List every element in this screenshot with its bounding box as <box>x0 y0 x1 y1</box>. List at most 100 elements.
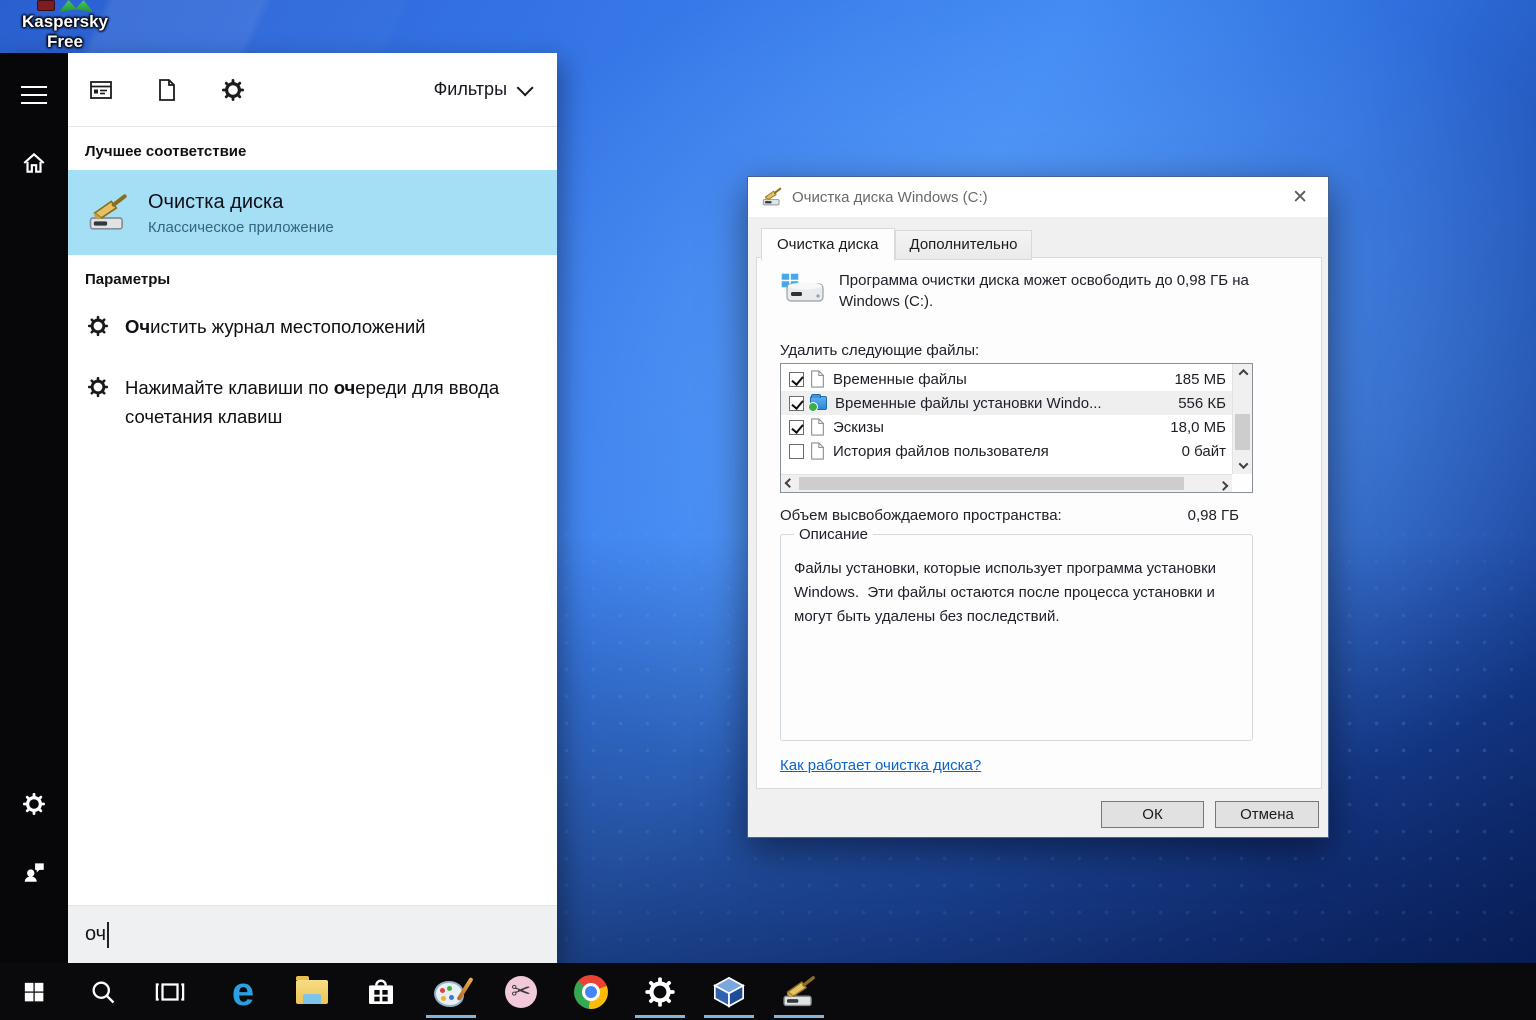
search-input[interactable]: оч <box>68 905 557 963</box>
shortcut-label-line2: Free <box>10 32 120 52</box>
tab-disk-cleanup[interactable]: Очистка диска <box>761 228 895 261</box>
scroll-down-button[interactable] <box>1233 457 1253 474</box>
kaspersky-logo-icon <box>59 0 93 12</box>
file-name: Эскизы <box>833 419 1162 436</box>
file-icon <box>810 418 825 436</box>
hamburger-menu-button[interactable] <box>0 71 68 119</box>
files-to-delete-label: Удалить следующие файлы: <box>780 342 979 359</box>
vertical-scrollbar[interactable] <box>1232 364 1252 474</box>
sidebar-feedback-button[interactable] <box>0 848 68 896</box>
cancel-button[interactable]: Отмена <box>1215 801 1319 828</box>
store-bag-icon <box>365 976 397 1008</box>
scroll-right-button[interactable] <box>1215 475 1232 493</box>
result-text: Очистить журнал местоположений <box>125 312 425 345</box>
sidebar-settings-button[interactable] <box>0 780 68 828</box>
tab-more-options[interactable]: Дополнительно <box>895 230 1033 260</box>
edge-button[interactable]: e <box>219 963 267 1020</box>
ok-button[interactable]: ОК <box>1101 801 1204 828</box>
vertical-scroll-thumb[interactable] <box>1235 414 1250 450</box>
file-name: Временные файлы установки Windo... <box>835 395 1170 412</box>
intro-block: Программа очистки диска может освободить… <box>779 270 1259 312</box>
kaspersky-red-badge-icon <box>37 0 55 11</box>
dialog-titlebar[interactable]: Очистка диска Windows (C:) ✕ <box>748 177 1328 217</box>
settings-button[interactable] <box>636 963 684 1020</box>
chevron-right-icon <box>1219 480 1229 490</box>
scroll-left-button[interactable] <box>781 475 798 493</box>
file-row-thumbnails[interactable]: Эскизы 18,0 МБ <box>781 415 1232 439</box>
snipping-tool-button[interactable]: ✂ <box>497 963 545 1020</box>
file-icon <box>810 370 825 388</box>
scroll-up-button[interactable] <box>1233 364 1253 381</box>
disk-cleanup-icon <box>782 975 816 1009</box>
sidebar-home-button[interactable] <box>0 139 68 187</box>
close-icon: ✕ <box>1292 187 1308 208</box>
best-match-result[interactable]: Очистка диска Классическое приложение <box>68 170 557 255</box>
virtualbox-cube-icon <box>712 975 746 1009</box>
filter-documents-button[interactable] <box>134 78 200 102</box>
gear-icon <box>87 315 109 337</box>
taskbar-search-button[interactable] <box>79 963 127 1020</box>
chevron-left-icon <box>785 478 795 488</box>
file-name: История файлов пользователя <box>833 443 1174 460</box>
result-clear-location-history[interactable]: Очистить журнал местоположений <box>68 298 557 359</box>
paint-button[interactable] <box>427 963 475 1020</box>
checkbox[interactable] <box>789 372 804 387</box>
description-legend: Описание <box>794 526 873 543</box>
filter-apps-button[interactable] <box>68 78 134 102</box>
file-size: 185 МБ <box>1174 371 1226 388</box>
store-button[interactable] <box>357 963 405 1020</box>
space-gained-value: 0,98 ГБ <box>1188 507 1239 524</box>
disk-cleanup-taskbar-button[interactable] <box>775 963 823 1020</box>
best-match-title: Очистка диска <box>148 189 334 215</box>
task-view-icon <box>155 977 185 1007</box>
virtualbox-button[interactable] <box>705 963 753 1020</box>
description-groupbox: Описание Файлы установки, которые исполь… <box>780 534 1253 741</box>
user-chat-icon <box>21 859 47 885</box>
file-row-user-history[interactable]: История файлов пользователя 0 байт <box>781 439 1232 463</box>
start-search-panel: Фильтры Лучшее соответствие Очистка диск… <box>0 53 557 963</box>
filters-dropdown[interactable]: Фильтры <box>434 79 529 100</box>
params-heading: Параметры <box>68 255 557 298</box>
start-button[interactable] <box>10 963 58 1020</box>
search-results-panel: Фильтры Лучшее соответствие Очистка диск… <box>68 53 557 963</box>
setup-folder-icon <box>810 396 827 410</box>
apps-window-icon <box>89 78 113 102</box>
desktop: Kaspersky Free <box>0 0 1536 1020</box>
close-button[interactable]: ✕ <box>1284 184 1316 211</box>
shortcut-label-line1: Kaspersky <box>10 12 120 32</box>
space-gained-line: Объем высвобождаемого пространства: 0,98… <box>780 507 1253 524</box>
search-filter-bar: Фильтры <box>68 53 557 127</box>
start-sidebar <box>0 53 68 963</box>
checkbox[interactable] <box>789 420 804 435</box>
text-caret <box>107 922 109 948</box>
result-sticky-keys[interactable]: Нажимайте клавиши по очереди для ввода с… <box>68 359 557 445</box>
horizontal-scrollbar[interactable] <box>781 474 1232 492</box>
search-query-text: оч <box>85 923 106 946</box>
file-explorer-button[interactable] <box>288 963 336 1020</box>
disk-cleanup-dialog: Очистка диска Windows (C:) ✕ Очистка дис… <box>747 176 1329 838</box>
windows-drive-icon <box>779 270 825 308</box>
scissors-icon: ✂ <box>505 976 537 1008</box>
checkbox[interactable] <box>789 444 804 459</box>
gear-icon <box>22 792 46 816</box>
disk-cleanup-icon <box>88 193 128 233</box>
how-disk-cleanup-works-link[interactable]: Как работает очистка диска? <box>780 757 981 774</box>
dialog-tabs: Очистка диска Дополнительно <box>761 227 1032 260</box>
file-size: 556 КБ <box>1178 395 1226 412</box>
checkbox[interactable] <box>789 396 804 411</box>
best-match-subtitle: Классическое приложение <box>148 219 334 236</box>
edge-icon: e <box>232 972 254 1012</box>
chrome-button[interactable] <box>567 963 615 1020</box>
file-icon <box>810 442 825 460</box>
kaspersky-shortcut[interactable]: Kaspersky Free <box>10 0 120 52</box>
task-view-button[interactable] <box>146 963 194 1020</box>
paint-palette-icon <box>434 977 468 1007</box>
file-row-temporary-files[interactable]: Временные файлы 185 МБ <box>781 367 1232 391</box>
filter-settings-button[interactable] <box>200 78 266 102</box>
horizontal-scroll-thumb[interactable] <box>799 477 1184 490</box>
kaspersky-icon <box>10 0 120 12</box>
file-row-setup-files[interactable]: Временные файлы установки Windo... 556 К… <box>781 391 1232 415</box>
file-size: 0 байт <box>1182 443 1226 460</box>
gear-icon <box>87 376 109 398</box>
description-text: Файлы установки, которые использует прог… <box>781 535 1252 629</box>
